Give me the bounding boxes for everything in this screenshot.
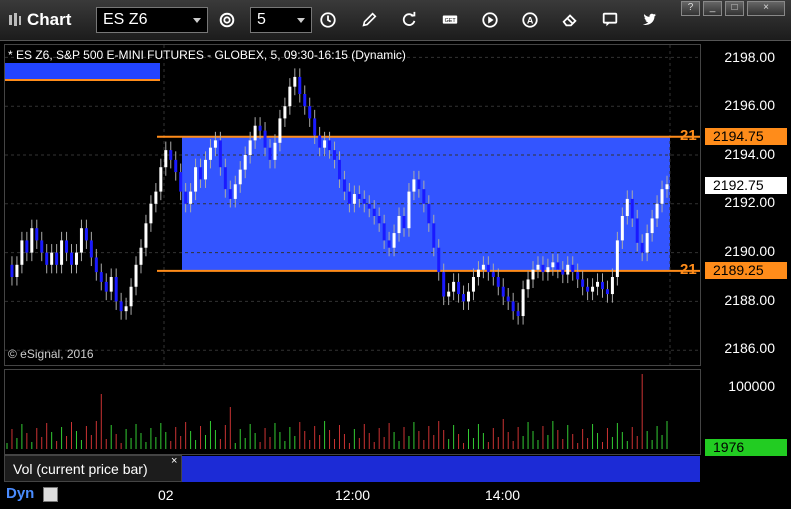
- comment-button[interactable]: [597, 8, 623, 32]
- comment-icon: [602, 12, 618, 27]
- volume-current-tag: 1976: [705, 439, 787, 456]
- price-chart[interactable]: [4, 44, 701, 366]
- clock-button[interactable]: [315, 8, 341, 32]
- clock-icon: [320, 12, 336, 28]
- lower-level-tag: 2189.25: [705, 262, 787, 279]
- get-button[interactable]: GET: [437, 8, 463, 32]
- play-button[interactable]: [477, 8, 503, 32]
- volume-study-name: Vol (current price bar): [13, 461, 148, 477]
- eraser-icon: [562, 14, 577, 27]
- close-button[interactable]: ×: [747, 1, 785, 16]
- refresh-button[interactable]: [396, 8, 422, 32]
- svg-text:GET: GET: [445, 18, 457, 24]
- refresh-icon: [402, 11, 416, 26]
- dynamic-mode-label[interactable]: Dyn: [6, 485, 34, 502]
- study-bar: [182, 456, 700, 482]
- y-axis-label: 2194.00: [724, 146, 775, 162]
- help-button[interactable]: ?: [681, 1, 700, 16]
- title-bar: Chart ES Z6 5 GET A ? _ □ ×: [0, 0, 791, 41]
- y-axis-label: 2186.00: [724, 340, 775, 356]
- svg-text:A: A: [527, 16, 534, 26]
- settings-button[interactable]: [214, 8, 240, 32]
- chart-app-icon: [8, 12, 22, 28]
- lower-level-label: 21: [680, 261, 697, 278]
- pencil-icon: [362, 12, 377, 27]
- close-icon[interactable]: ×: [171, 455, 177, 467]
- chevron-down-icon: [193, 18, 201, 23]
- volume-study-label[interactable]: Vol (current price bar): [4, 455, 182, 482]
- get-icon: GET: [442, 15, 458, 24]
- lock-icon[interactable]: [43, 487, 58, 502]
- settings-icon: [219, 12, 235, 28]
- y-axis-label: 2196.00: [724, 97, 775, 113]
- minimize-button[interactable]: _: [703, 1, 722, 16]
- draw-button[interactable]: [356, 8, 382, 32]
- x-axis-label: 02: [158, 487, 174, 503]
- interval-value: 5: [257, 11, 266, 28]
- volume-y-axis-label: 100000: [728, 378, 775, 394]
- y-axis-label: 2190.00: [724, 243, 775, 259]
- maximize-button[interactable]: □: [725, 1, 744, 16]
- volume-panel[interactable]: [4, 369, 701, 455]
- x-axis-label: 12:00: [335, 487, 371, 503]
- alert-button[interactable]: A: [517, 8, 543, 32]
- copyright-text: © eSignal, 2016: [8, 347, 94, 361]
- symbol-value: ES Z6: [103, 11, 148, 28]
- symbol-combo[interactable]: ES Z6: [96, 7, 208, 33]
- twitter-icon: [642, 13, 657, 25]
- y-axis-label: 2198.00: [724, 49, 775, 65]
- y-axis-label: 2192.00: [724, 194, 775, 210]
- upper-level-tag: 2194.75: [705, 128, 787, 145]
- current-price-tag: 2192.75: [705, 177, 787, 194]
- chart-header: * ES Z6, S&P 500 E-MINI FUTURES - GLOBEX…: [8, 48, 406, 62]
- a-icon: A: [522, 12, 538, 28]
- chevron-down-icon: [297, 18, 305, 23]
- x-axis-label: 14:00: [485, 487, 521, 503]
- app-title: Chart: [27, 10, 72, 29]
- play-icon: [482, 12, 498, 28]
- interval-combo[interactable]: 5: [250, 7, 312, 33]
- upper-level-label: 21: [680, 127, 697, 144]
- twitter-button[interactable]: [637, 8, 663, 32]
- y-axis-label: 2188.00: [724, 292, 775, 308]
- eraser-button[interactable]: [557, 8, 583, 32]
